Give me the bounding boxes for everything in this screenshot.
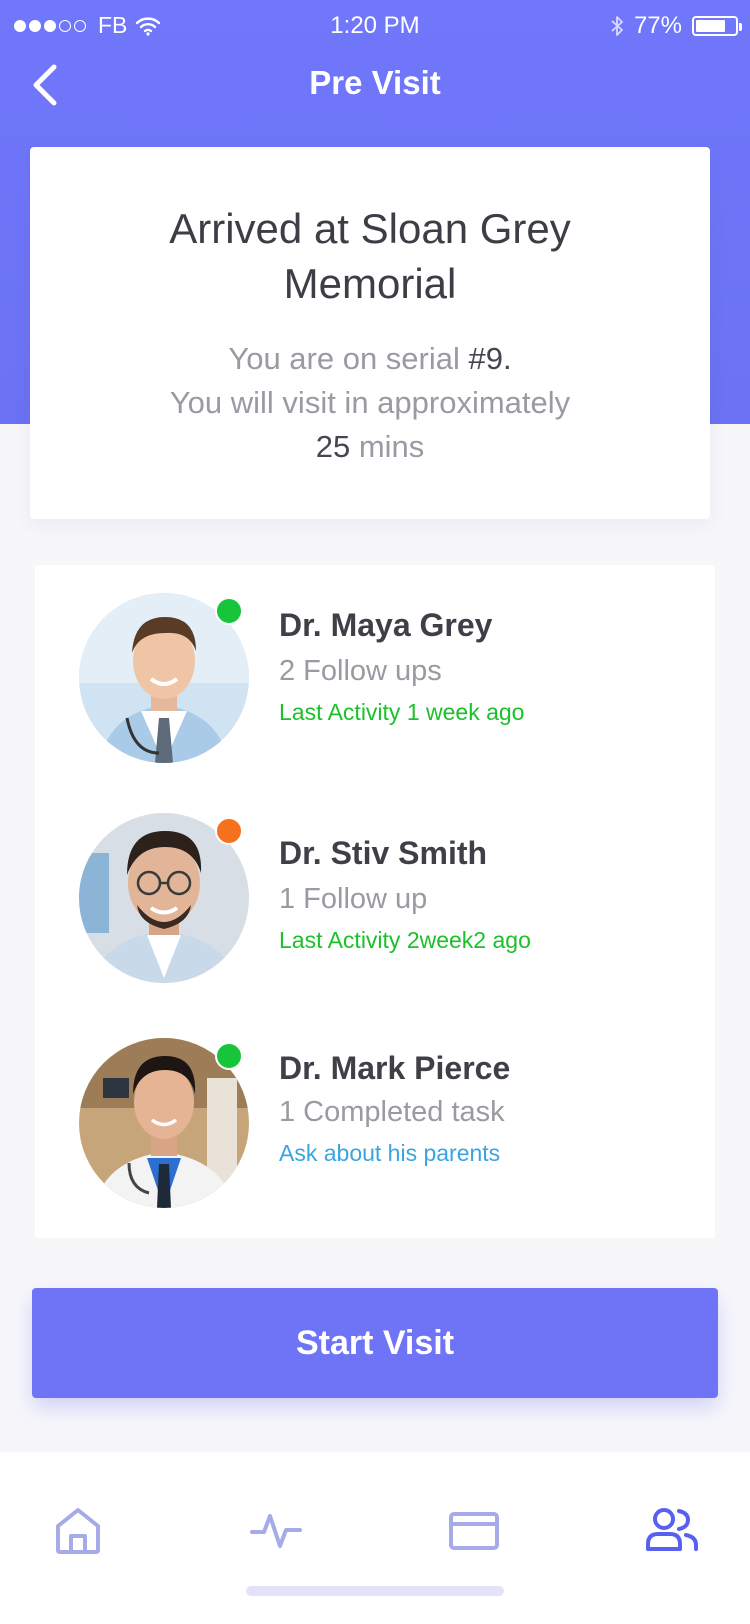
activity-icon (250, 1514, 302, 1548)
status-bar: FB 1:20 PM 77% (0, 0, 750, 48)
arrival-card: Arrived at Sloan Grey Memorial You are o… (30, 147, 710, 519)
doctor-name: Dr. Mark Pierce (279, 1050, 511, 1086)
tab-payments[interactable] (446, 1502, 502, 1558)
doctor-item[interactable]: Dr. Maya Grey 2 Follow ups Last Activity… (35, 593, 715, 769)
doctor-name: Dr. Maya Grey (279, 607, 493, 643)
card-icon (449, 1512, 499, 1550)
wait-value: 25 (315, 429, 351, 464)
start-visit-button[interactable]: Start Visit (32, 1288, 718, 1398)
tab-doctors[interactable] (644, 1502, 700, 1558)
battery-icon (692, 16, 742, 36)
online-status-dot (215, 1042, 243, 1070)
doctor-item[interactable]: Dr. Mark Pierce 1 Completed task Ask abo… (35, 1038, 715, 1214)
arrival-title: Arrived at Sloan Grey Memorial (169, 205, 571, 307)
home-indicator (246, 1586, 504, 1596)
online-status-dot (215, 597, 243, 625)
serial-number: #9. (468, 341, 512, 376)
serial-line: You are on serial #9. (30, 337, 710, 381)
doctor-followups: 2 Follow ups (279, 655, 442, 687)
doctor-note: Ask about his parents (279, 1140, 501, 1166)
tab-home[interactable] (50, 1502, 106, 1558)
status-right: 77% (610, 12, 742, 40)
users-icon (646, 1508, 698, 1551)
battery-percent: 77% (633, 12, 682, 39)
doctor-followups: 1 Follow up (279, 883, 428, 915)
away-status-dot (215, 817, 243, 845)
doctor-activity: Last Activity 1 week ago (279, 699, 525, 725)
doctor-tasks: 1 Completed task (279, 1096, 505, 1128)
queue-info: You are on serial #9. You will visit in … (30, 337, 710, 469)
bluetooth-icon (611, 16, 623, 36)
tab-activity[interactable] (248, 1502, 304, 1558)
doctor-item[interactable]: Dr. Stiv Smith 1 Follow up Last Activity… (35, 813, 715, 989)
doctor-name: Dr. Stiv Smith (279, 835, 488, 871)
wait-unit: mins (350, 429, 425, 464)
doctor-activity: Last Activity 2week2 ago (279, 927, 531, 953)
tab-bar (0, 1452, 750, 1624)
wait-time-line: 25 mins (30, 425, 710, 469)
visit-line: You will visit in approximately (169, 385, 571, 420)
serial-prefix: You are on serial (228, 341, 469, 376)
home-icon (56, 1508, 100, 1554)
page-title: Pre Visit (309, 64, 441, 101)
doctor-list: Dr. Maya Grey 2 Follow ups Last Activity… (35, 565, 715, 1238)
battery-level (696, 20, 726, 32)
